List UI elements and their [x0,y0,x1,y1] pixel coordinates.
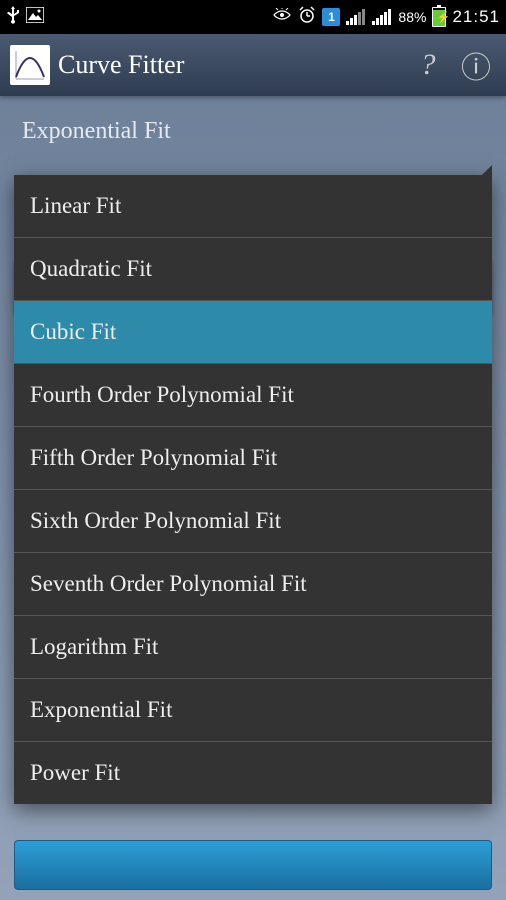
app-title: Curve Fitter [58,50,400,80]
dropdown-item-label: Linear Fit [30,193,121,218]
dropdown-item[interactable]: Fourth Order Polynomial Fit [14,364,492,427]
help-button[interactable]: ? [408,45,448,85]
dropdown-item[interactable]: Cubic Fit [14,301,492,364]
battery-icon: ⚡ [432,7,446,27]
battery-percent: 88% [398,9,426,25]
dropdown-item[interactable]: Logarithm Fit [14,616,492,679]
dropdown-item[interactable]: Linear Fit [14,175,492,238]
dropdown-item-label: Power Fit [30,760,120,785]
dropdown-item-label: Seventh Order Polynomial Fit [30,571,307,596]
dropdown-item-label: Exponential Fit [30,697,172,722]
dropdown-item[interactable]: Sixth Order Polynomial Fit [14,490,492,553]
status-left [6,6,44,29]
fit-type-dropdown: Linear Fit Quadratic Fit Cubic Fit Fourth O… [14,175,492,804]
sim-badge: 1 [322,8,340,26]
alarm-icon [298,6,316,29]
dropdown-item-label: Logarithm Fit [30,634,158,659]
dropdown-item[interactable]: Exponential Fit [14,679,492,742]
dropdown-item[interactable]: Power Fit [14,742,492,804]
app-icon [10,45,50,85]
status-right: 1 88% ⚡ 21:51 [272,6,500,29]
info-icon: ⓘ [461,43,491,87]
eye-icon [272,8,292,27]
dropdown-item[interactable]: Quadratic Fit [14,238,492,301]
usb-icon [6,6,20,29]
spinner-selected-label: Exponential Fit [16,118,490,145]
picture-icon [26,7,44,28]
dropdown-item[interactable]: Seventh Order Polynomial Fit [14,553,492,616]
fit-type-spinner[interactable]: Exponential Fit [0,96,506,165]
clock: 21:51 [452,7,500,27]
info-button[interactable]: ⓘ [456,45,496,85]
signal-2-icon [372,9,392,25]
help-icon: ? [421,48,436,82]
status-bar: 1 88% ⚡ 21:51 [0,0,506,34]
dropdown-item-label: Fourth Order Polynomial Fit [30,382,294,407]
dropdown-item[interactable]: Fifth Order Polynomial Fit [14,427,492,490]
dropdown-item-label: Sixth Order Polynomial Fit [30,508,281,533]
dropdown-item-label: Fifth Order Polynomial Fit [30,445,277,470]
background-bottom-button [14,840,492,890]
dropdown-item-label: Cubic Fit [30,319,116,344]
app-bar: Curve Fitter ? ⓘ [0,34,506,96]
signal-1-icon [346,9,366,25]
dropdown-item-label: Quadratic Fit [30,256,152,281]
